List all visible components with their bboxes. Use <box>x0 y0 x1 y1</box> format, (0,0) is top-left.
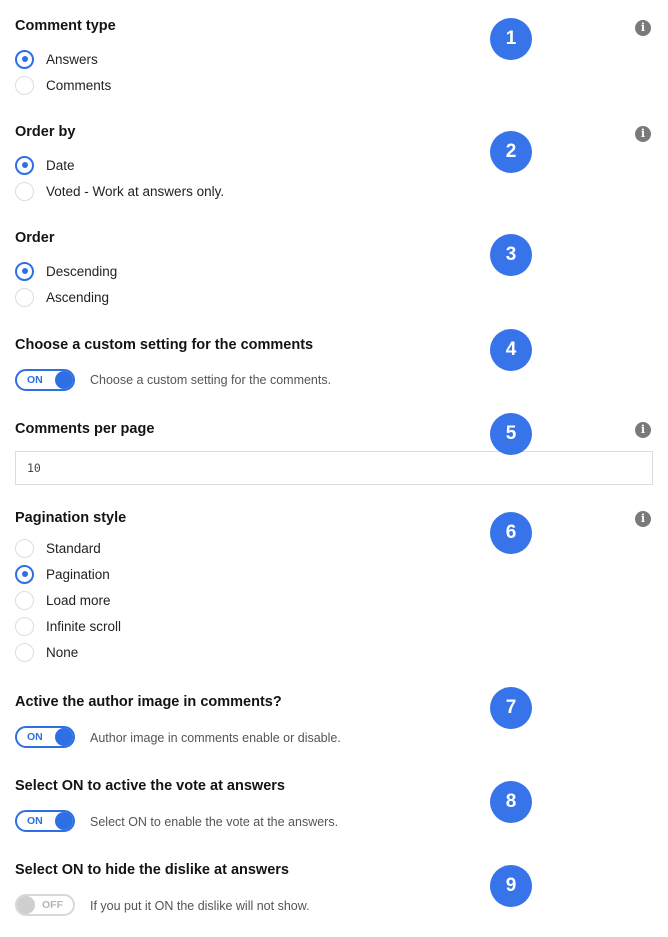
radio-infinite-scroll[interactable]: Infinite scroll <box>15 615 121 637</box>
radio-voted[interactable]: Voted - Work at answers only. <box>15 180 224 202</box>
order-title: Order <box>15 230 55 246</box>
toggle-knob <box>55 728 73 746</box>
radio-label: Pagination <box>46 566 110 582</box>
dislike-section: Select ON to hide the dislike at answers… <box>15 862 310 916</box>
toggle-knob <box>55 371 73 389</box>
comments-per-page-section: Comments per page 10 <box>15 421 653 485</box>
radio-date[interactable]: Date <box>15 154 75 176</box>
radio-answers[interactable]: Answers <box>15 48 98 70</box>
step-badge-8: 8 <box>490 781 532 823</box>
info-icon[interactable]: i <box>635 126 651 142</box>
radio-label: Ascending <box>46 289 110 305</box>
radio-load-more[interactable]: Load more <box>15 589 111 611</box>
step-badge-7: 7 <box>490 687 532 729</box>
radio-button[interactable] <box>15 261 34 281</box>
custom-setting-section: Choose a custom setting for the comments… <box>15 337 331 391</box>
comment-type-section: Comment type Answers Comments <box>15 18 116 95</box>
author-image-title: Active the author image in comments? <box>15 694 282 710</box>
toggle-label: ON <box>27 731 43 743</box>
radio-label: Voted - Work at answers only. <box>46 183 225 199</box>
vote-description: Select ON to enable the vote at the answ… <box>90 815 339 829</box>
author-image-toggle[interactable]: ON <box>15 726 75 748</box>
pagination-style-title: Pagination style <box>15 510 127 526</box>
toggle-label: OFF <box>42 899 63 911</box>
radio-label: Standard <box>46 540 101 556</box>
radio-standard[interactable]: Standard <box>15 537 101 559</box>
author-image-description: Author image in comments enable or disab… <box>90 731 341 745</box>
radio-button[interactable] <box>15 287 34 307</box>
radio-label: Descending <box>46 263 118 279</box>
author-image-section: Active the author image in comments? ON … <box>15 694 341 748</box>
radio-button[interactable] <box>15 538 34 558</box>
info-icon[interactable]: i <box>635 20 651 36</box>
radio-ascending[interactable]: Ascending <box>15 286 109 308</box>
info-icon[interactable]: i <box>635 511 651 527</box>
toggle-label: ON <box>27 374 43 386</box>
vote-toggle[interactable]: ON <box>15 810 75 832</box>
pagination-style-section: Pagination style Standard Pagination Loa… <box>15 510 127 662</box>
radio-button[interactable] <box>15 155 34 175</box>
custom-setting-description: Choose a custom setting for the comments… <box>90 373 332 387</box>
step-badge-5: 5 <box>490 413 532 455</box>
order-by-section: Order by Date Voted - Work at answers on… <box>15 124 224 201</box>
radio-button[interactable] <box>15 75 34 95</box>
step-badge-4: 4 <box>490 329 532 371</box>
step-badge-2: 2 <box>490 131 532 173</box>
radio-button[interactable] <box>15 181 34 201</box>
radio-button[interactable] <box>15 49 34 69</box>
radio-none[interactable]: None <box>15 641 78 663</box>
toggle-knob <box>55 812 73 830</box>
vote-section: Select ON to active the vote at answers … <box>15 778 338 832</box>
order-by-title: Order by <box>15 124 76 140</box>
radio-button[interactable] <box>15 616 34 636</box>
custom-setting-toggle[interactable]: ON <box>15 369 75 391</box>
dislike-description: If you put it ON the dislike will not sh… <box>90 899 310 913</box>
radio-label: Load more <box>46 592 111 608</box>
step-badge-9: 9 <box>490 865 532 907</box>
custom-setting-title: Choose a custom setting for the comments <box>15 337 314 353</box>
step-badge-1: 1 <box>490 18 532 60</box>
dislike-title: Select ON to hide the dislike at answers <box>15 862 289 878</box>
dislike-toggle[interactable]: OFF <box>15 894 75 916</box>
comment-type-title: Comment type <box>15 18 116 34</box>
radio-pagination[interactable]: Pagination <box>15 563 110 585</box>
toggle-label: ON <box>27 815 43 827</box>
radio-button[interactable] <box>15 564 34 584</box>
vote-title: Select ON to active the vote at answers <box>15 778 285 794</box>
radio-label: Infinite scroll <box>46 618 122 634</box>
comments-per-page-title: Comments per page <box>15 421 155 437</box>
comments-per-page-input[interactable]: 10 <box>15 451 653 485</box>
radio-label: None <box>46 644 79 660</box>
step-badge-6: 6 <box>490 512 532 554</box>
radio-label: Comments <box>46 77 112 93</box>
radio-descending[interactable]: Descending <box>15 260 117 282</box>
step-badge-3: 3 <box>490 234 532 276</box>
radio-label: Date <box>46 157 75 173</box>
radio-button[interactable] <box>15 590 34 610</box>
radio-comments[interactable]: Comments <box>15 74 111 96</box>
info-icon[interactable]: i <box>635 422 651 438</box>
order-section: Order Descending Ascending <box>15 230 117 307</box>
radio-label: Answers <box>46 51 98 67</box>
radio-button[interactable] <box>15 642 34 662</box>
toggle-knob <box>17 896 35 914</box>
